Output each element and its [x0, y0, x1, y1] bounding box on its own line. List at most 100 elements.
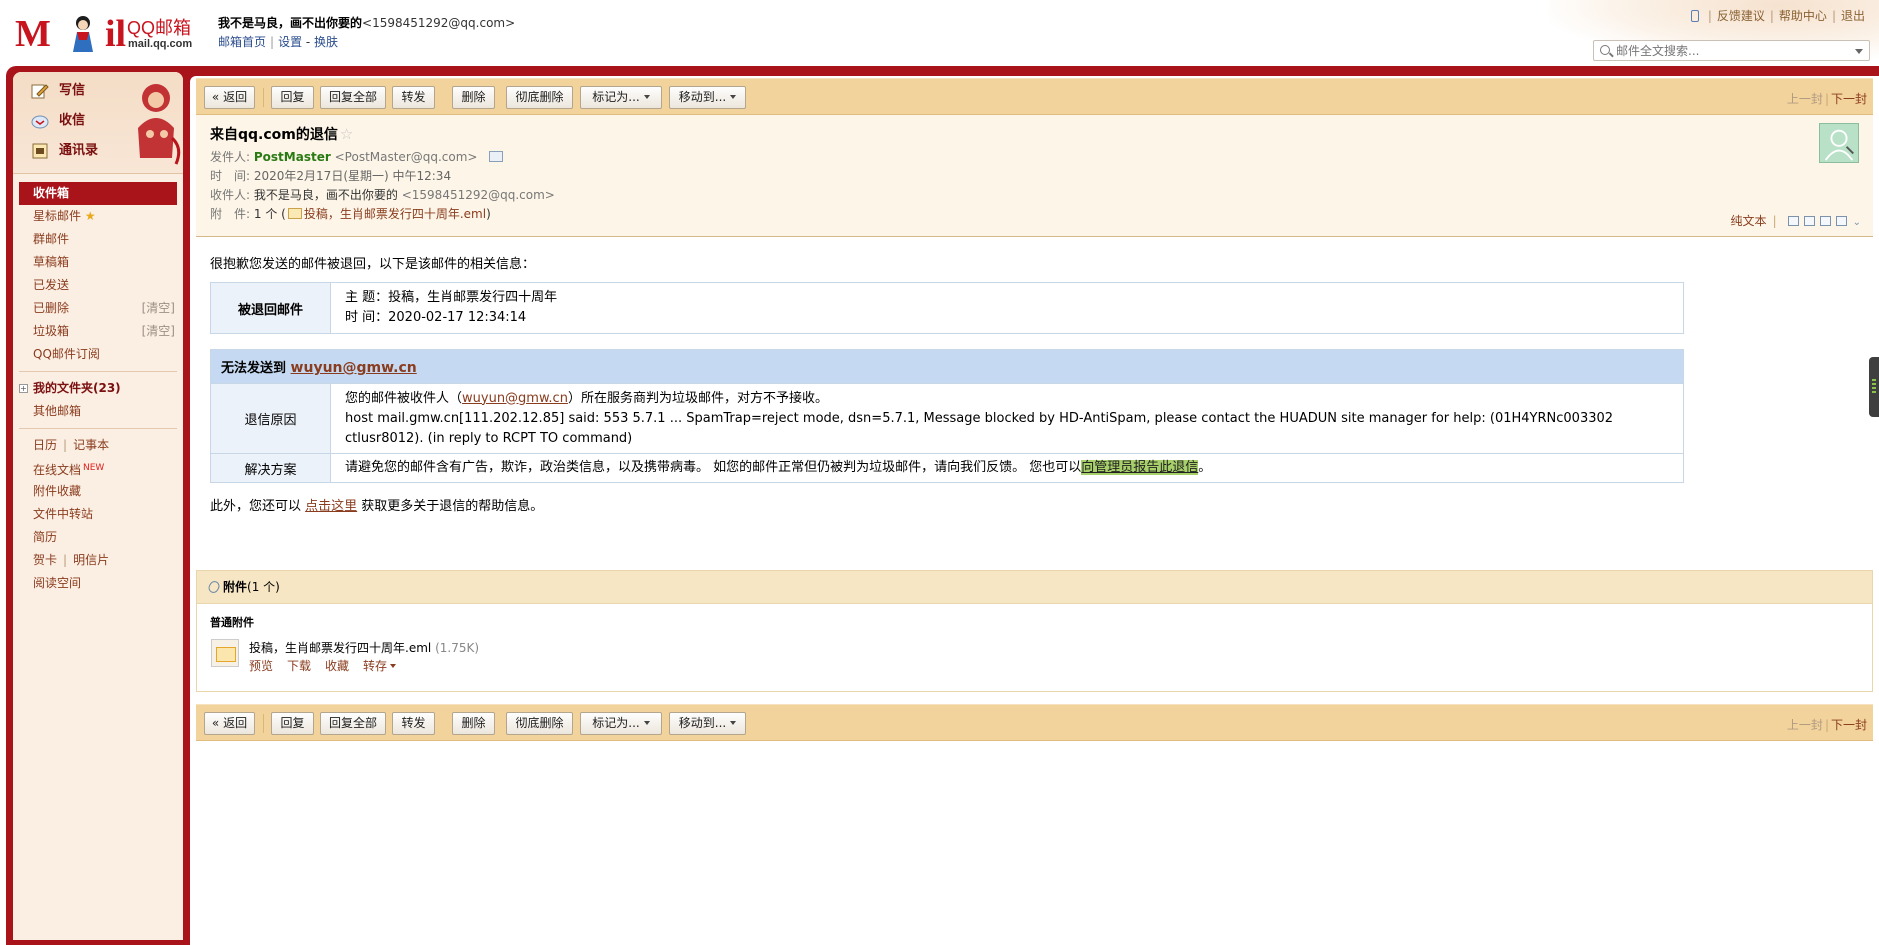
move-to-button[interactable]: 移动到...: [669, 86, 746, 109]
reason-recipient-link[interactable]: wuyun@gmw.cn: [462, 391, 568, 406]
folder-starred[interactable]: 星标邮件 ★: [13, 205, 183, 228]
back-button[interactable]: « 返回: [204, 712, 255, 735]
online-docs-label: 在线文档: [33, 463, 82, 477]
feedback-link[interactable]: 反馈建议: [1717, 9, 1765, 23]
my-folders[interactable]: + 我的文件夹(23): [13, 377, 183, 400]
compose-button[interactable]: 写信: [31, 80, 85, 102]
contacts-button[interactable]: 通讯录: [31, 140, 98, 162]
expand-icon[interactable]: +: [19, 384, 28, 393]
save-to-menu[interactable]: 转存: [363, 659, 397, 673]
reply-button[interactable]: 回复: [271, 86, 314, 109]
logout-link[interactable]: 退出: [1841, 9, 1865, 23]
mark-as-label: 标记为...: [592, 90, 640, 104]
other-mailboxes[interactable]: 其他邮箱: [13, 400, 183, 423]
prev-mail-link[interactable]: 上一封: [1787, 718, 1823, 732]
divider: [19, 428, 177, 429]
folder-drafts[interactable]: 草稿箱: [13, 251, 183, 274]
compose-icon: [31, 84, 49, 99]
back-button[interactable]: « 返回: [204, 86, 255, 109]
resume-label: 简历: [33, 530, 58, 544]
chevron-down-icon[interactable]: ⌄: [1853, 217, 1861, 228]
reason-text-pre: 您的邮件被收件人（: [345, 390, 463, 406]
reply-all-button[interactable]: 回复全部: [320, 86, 386, 109]
greeting-card-link[interactable]: 贺卡: [33, 553, 57, 567]
attachment-file-name[interactable]: 投稿，生肖邮票发行四十周年.eml: [249, 641, 431, 655]
attachment-actions: 预览 下载 收藏 转存: [249, 657, 410, 674]
forward-button[interactable]: 转发: [392, 86, 435, 109]
new-window-icon[interactable]: [1787, 216, 1799, 226]
calendar-link[interactable]: 日历: [33, 438, 57, 452]
download-link[interactable]: 下载: [287, 659, 311, 673]
prev-mail-link[interactable]: 上一封: [1787, 92, 1823, 106]
reading-space-label: 阅读空间: [33, 576, 82, 590]
sender-address: <PostMaster@qq.com>: [334, 150, 478, 164]
chevron-down-icon: [643, 721, 650, 725]
file-transfer-link[interactable]: 文件中转站: [13, 503, 183, 526]
compose-label: 写信: [59, 83, 86, 98]
recipient-name[interactable]: 我不是马良，画不出你要的: [254, 188, 398, 202]
plain-text-link[interactable]: 纯文本: [1731, 214, 1767, 228]
online-docs-link[interactable]: 在线文档 NEW: [13, 457, 183, 480]
clear-deleted-link[interactable]: [清空]: [142, 297, 175, 320]
mark-as-button[interactable]: 标记为...: [580, 86, 662, 109]
qq-mail-logo[interactable]: M il QQ邮箱 mail.qq.com: [15, 10, 200, 55]
next-mail-link[interactable]: 下一封: [1831, 718, 1867, 732]
recipient-email-link[interactable]: wuyun@gmw.cn: [291, 360, 417, 376]
search-icon[interactable]: [1600, 45, 1610, 55]
vcard-icon[interactable]: [489, 151, 504, 162]
phone-icon[interactable]: [1690, 10, 1699, 22]
search-input[interactable]: [1616, 43, 1844, 58]
folder-sent[interactable]: 已发送: [13, 274, 183, 297]
mark-as-button[interactable]: 标记为...: [580, 712, 662, 735]
reply-all-button[interactable]: 回复全部: [320, 712, 386, 735]
search-dropdown-icon[interactable]: [1855, 49, 1863, 54]
eml-file-icon[interactable]: [211, 639, 239, 667]
delete-permanently-button[interactable]: 彻底删除: [506, 712, 573, 735]
solution-text: 请避免您的邮件含有广告，欺诈，政治类信息，以及携带病毒。 如您的邮件正常但仍被判…: [345, 460, 1082, 475]
attachment-link[interactable]: 投稿，生肖邮票发行四十周年.eml: [304, 207, 486, 221]
receive-label: 收信: [59, 113, 86, 128]
folder-label: QQ邮件订阅: [33, 347, 100, 361]
chat-view-icon[interactable]: [1803, 216, 1815, 226]
mail-home-link[interactable]: 邮箱首页: [218, 35, 266, 49]
folder-subscriptions[interactable]: QQ邮件订阅: [13, 343, 183, 366]
notes-link[interactable]: 记事本: [73, 438, 109, 452]
folder-icon[interactable]: [1819, 216, 1831, 226]
reason-text-post: ）所在服务商判为垃圾邮件，对方不予接收。: [567, 390, 828, 406]
print-icon[interactable]: [1835, 216, 1847, 226]
change-skin-link[interactable]: 换肤: [314, 35, 338, 49]
help-center-link[interactable]: 帮助中心: [1779, 9, 1827, 23]
search-box[interactable]: [1593, 40, 1870, 61]
favorite-link[interactable]: 收藏: [325, 659, 349, 673]
delete-permanently-button[interactable]: 彻底删除: [506, 86, 573, 109]
folder-inbox[interactable]: 收件箱: [19, 182, 177, 205]
receive-button[interactable]: 收信: [31, 110, 85, 132]
report-bounce-link[interactable]: 向管理员报告此退信: [1081, 460, 1199, 475]
postcard-link[interactable]: 明信片: [73, 553, 109, 567]
attachment-favorites-link[interactable]: 附件收藏: [13, 480, 183, 503]
delete-button[interactable]: 删除: [452, 86, 495, 109]
click-here-link[interactable]: 点击这里: [305, 499, 357, 514]
folder-deleted[interactable]: 已删除 [清空]: [13, 297, 183, 320]
reading-space-link[interactable]: 阅读空间: [13, 572, 183, 595]
clear-spam-link[interactable]: [清空]: [142, 320, 175, 343]
delete-button[interactable]: 删除: [452, 712, 495, 735]
chevron-down-icon: [730, 95, 737, 99]
reply-button[interactable]: 回复: [271, 712, 314, 735]
attachment-icon: [287, 208, 302, 219]
mark-as-label: 标记为...: [592, 716, 640, 730]
folder-spam[interactable]: 垃圾箱 [清空]: [13, 320, 183, 343]
preview-link[interactable]: 预览: [249, 659, 273, 673]
sender-name[interactable]: PostMaster: [254, 150, 331, 164]
star-toggle-icon[interactable]: ☆: [340, 125, 353, 143]
move-to-button[interactable]: 移动到...: [669, 712, 746, 735]
folder-group-mail[interactable]: 群邮件: [13, 228, 183, 251]
sender-avatar[interactable]: [1819, 123, 1859, 163]
side-panel-handle[interactable]: [1869, 357, 1879, 417]
solution-content: 请避免您的邮件含有广告，欺诈，政治类信息，以及携带病毒。 如您的邮件正常但仍被判…: [330, 453, 1684, 483]
forward-button[interactable]: 转发: [392, 712, 435, 735]
resume-link[interactable]: 简历: [13, 526, 183, 549]
mail-view: « 返回 回复 回复全部 转发 删除 彻底删除 标记为... 移动到... 上一…: [196, 78, 1873, 741]
settings-link[interactable]: 设置: [278, 35, 302, 49]
next-mail-link[interactable]: 下一封: [1831, 92, 1867, 106]
